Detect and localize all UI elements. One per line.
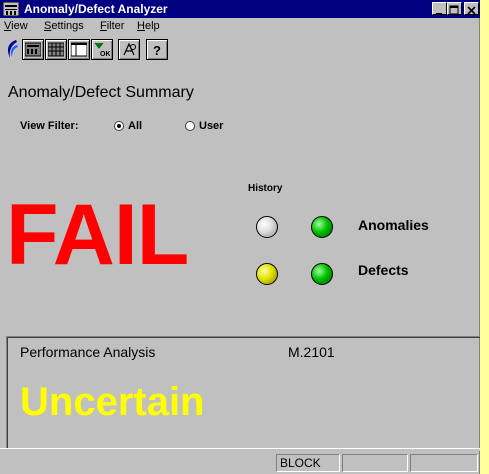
filter-ok-icon: OK bbox=[94, 42, 110, 57]
anomalies-history-light bbox=[256, 216, 278, 238]
menu-filter[interactable]: Filter bbox=[100, 20, 124, 33]
menu-filter-hotkey: F bbox=[100, 20, 107, 32]
summary-view-icon bbox=[25, 42, 41, 57]
grid-view-icon bbox=[48, 42, 64, 57]
view-filter-label: View Filter: bbox=[20, 120, 79, 132]
toolbar: OK ? bbox=[0, 35, 480, 62]
menu-settings[interactable]: Settings bbox=[44, 20, 84, 33]
menu-bar: View Settings Filter Help bbox=[0, 18, 480, 35]
status-cell-2 bbox=[342, 454, 408, 472]
status-cell-3 bbox=[410, 454, 478, 472]
hierarchy-button[interactable] bbox=[118, 39, 140, 60]
panel-view-icon bbox=[71, 42, 87, 57]
maximize-button[interactable] bbox=[447, 2, 462, 15]
defects-label: Defects bbox=[358, 262, 409, 278]
frame-divider bbox=[0, 448, 480, 451]
menu-settings-label-rest: ettings bbox=[51, 20, 84, 32]
status-bar: BLOCK bbox=[0, 452, 480, 474]
window-title: Anomaly/Defect Analyzer bbox=[24, 2, 168, 16]
filter-user-label[interactable]: User bbox=[199, 120, 223, 132]
overall-status-text: FAIL bbox=[6, 187, 189, 283]
title-bar[interactable]: Anomaly/Defect Analyzer bbox=[0, 0, 480, 18]
filter-user-radio[interactable] bbox=[185, 121, 195, 131]
svg-text:OK: OK bbox=[100, 51, 110, 57]
close-button[interactable] bbox=[464, 2, 479, 15]
menu-view[interactable]: View bbox=[4, 20, 28, 33]
app-window: Anomaly/Defect Analyzer View Settings Fi… bbox=[0, 0, 480, 474]
performance-title: Performance Analysis bbox=[20, 344, 156, 360]
filter-all-radio[interactable] bbox=[114, 121, 124, 131]
maximize-icon bbox=[449, 5, 459, 15]
close-icon bbox=[467, 6, 476, 15]
filter-ok-button[interactable]: OK bbox=[91, 39, 113, 60]
anomalies-label: Anomalies bbox=[358, 217, 429, 233]
menu-help-label-rest: elp bbox=[144, 20, 160, 32]
menu-filter-label-rest: ilter bbox=[106, 20, 125, 32]
history-label: History bbox=[248, 183, 283, 194]
anomalies-current-light bbox=[311, 216, 333, 238]
summary-title: Anomaly/Defect Summary bbox=[8, 84, 194, 101]
help-icon: ? bbox=[153, 43, 161, 57]
menu-help[interactable]: Help bbox=[137, 20, 160, 33]
menu-help-hotkey: H bbox=[137, 20, 145, 32]
summary-view-button[interactable] bbox=[22, 39, 44, 60]
defects-current-light bbox=[311, 263, 333, 285]
app-logo-icon bbox=[8, 40, 18, 58]
svg-text:?: ? bbox=[153, 43, 161, 57]
help-button[interactable]: ? bbox=[146, 39, 168, 60]
grid-view-button[interactable] bbox=[45, 39, 67, 60]
performance-result: Uncertain bbox=[20, 380, 205, 424]
app-icon bbox=[3, 2, 19, 16]
status-cell-block: BLOCK bbox=[276, 454, 340, 472]
defects-history-light bbox=[256, 263, 278, 285]
minimize-button[interactable] bbox=[432, 2, 447, 15]
performance-standard: M.2101 bbox=[288, 344, 335, 360]
panel-view-button[interactable] bbox=[68, 39, 90, 60]
menu-view-label-rest: iew bbox=[11, 20, 28, 32]
minimize-icon bbox=[436, 13, 442, 15]
filter-all-label[interactable]: All bbox=[128, 120, 142, 132]
hierarchy-icon bbox=[123, 42, 136, 56]
